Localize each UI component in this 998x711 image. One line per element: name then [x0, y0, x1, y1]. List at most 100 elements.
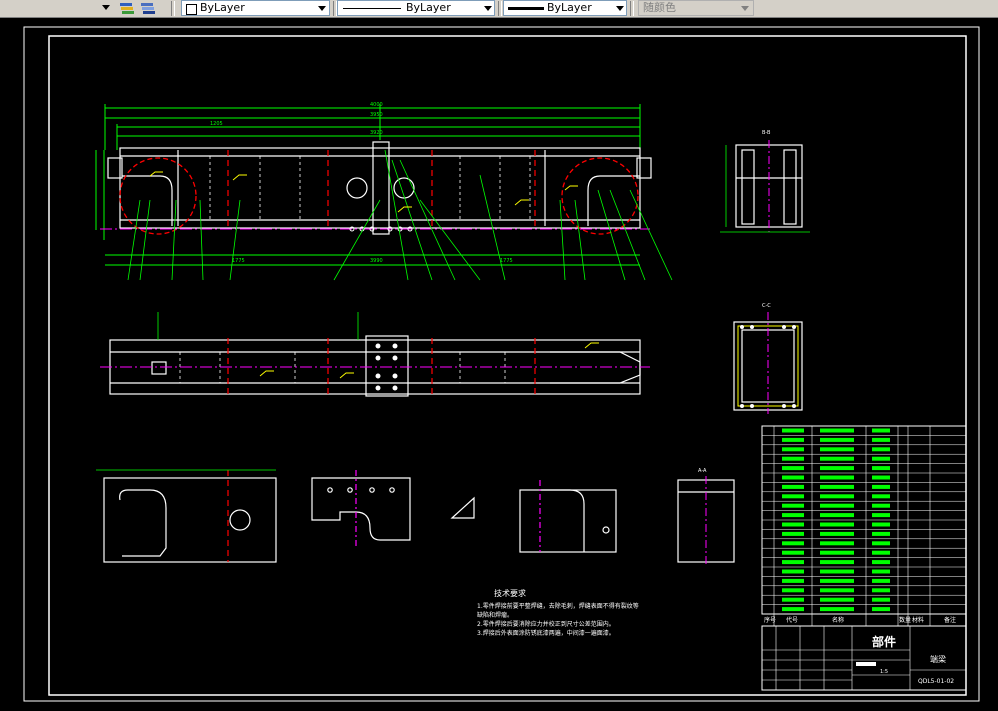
- svg-text:1775: 1775: [232, 258, 245, 264]
- part-detail-4: [519, 480, 617, 553]
- chevron-down-icon[interactable]: [616, 6, 624, 11]
- svg-text:材料: 材料: [912, 616, 924, 624]
- bom-cell-fill: [872, 484, 890, 489]
- svg-text:3920: 3920: [370, 130, 383, 136]
- properties-toolbar: ByLayer ByLayer ByLayer 随颜色: [0, 0, 998, 18]
- bom-cell-fill: [872, 597, 890, 602]
- bom-cell-fill: [782, 466, 804, 471]
- plotstyle-value: 随颜色: [643, 1, 676, 14]
- bom-cell-fill: [782, 531, 804, 536]
- lineweight-value: ByLayer: [547, 1, 592, 14]
- bom-cell-fill: [872, 437, 890, 442]
- svg-text:技术要求: 技术要求: [494, 588, 526, 598]
- bom-cell-fill: [820, 484, 854, 489]
- svg-text:2.零件焊接后要消除应力并校正到尺寸公差范围内。: 2.零件焊接后要消除应力并校正到尺寸公差范围内。: [477, 620, 615, 628]
- bom-cell-fill: [820, 607, 854, 612]
- svg-text:代号: 代号: [786, 616, 798, 624]
- bom-cell-fill: [782, 607, 804, 612]
- bom-cell-fill: [782, 522, 804, 527]
- bom-cell-fill: [820, 588, 854, 593]
- plotstyle-dropdown: 随颜色: [638, 0, 754, 16]
- chevron-down-icon: [741, 6, 749, 11]
- bom-cell-fill: [872, 588, 890, 593]
- layer-dropdown-arrow[interactable]: [100, 0, 112, 16]
- svg-text:A-A: A-A: [698, 468, 707, 474]
- bom-cell-fill: [872, 569, 890, 574]
- linetype-value: ByLayer: [406, 1, 451, 14]
- bom-cell-fill: [820, 531, 854, 536]
- bom-cell-fill: [820, 447, 854, 452]
- chevron-down-icon[interactable]: [318, 6, 326, 11]
- bom-cell-fill: [782, 578, 804, 583]
- bom-cell-fill: [782, 569, 804, 574]
- bom-cell-fill: [872, 560, 890, 565]
- color-value: ByLayer: [200, 1, 245, 14]
- bom-cell-fill: [782, 597, 804, 602]
- svg-text:B-B: B-B: [762, 130, 771, 136]
- svg-text:备注: 备注: [944, 616, 956, 624]
- bom-cell-fill: [782, 428, 804, 433]
- svg-text:1775: 1775: [500, 258, 513, 264]
- linetype-sample: [343, 8, 401, 9]
- bom-cell-fill: [820, 597, 854, 602]
- svg-text:3950: 3950: [370, 112, 383, 118]
- bom-cell-fill: [782, 475, 804, 480]
- section-c-view: C-C: [733, 303, 803, 414]
- svg-text:C-C: C-C: [762, 303, 771, 309]
- lineweight-sample: [508, 7, 544, 10]
- bom-cell-fill: [820, 578, 854, 583]
- bom-cell-fill: [872, 456, 890, 461]
- part-detail-2: [311, 470, 411, 548]
- bom-cell-fill: [872, 607, 890, 612]
- bom-cell-fill: [872, 428, 890, 433]
- section-b-view: B-B: [720, 130, 810, 233]
- svg-text:QDL5-01-02: QDL5-01-02: [918, 678, 954, 685]
- layer-states-icon[interactable]: [139, 0, 157, 16]
- top-view: [100, 312, 650, 397]
- bom-cell-fill: [782, 494, 804, 499]
- bom-cell-fill: [782, 588, 804, 593]
- bom-cell-fill: [820, 503, 854, 508]
- svg-text:部件: 部件: [872, 634, 896, 649]
- svg-text:名称: 名称: [832, 616, 844, 624]
- bom-cell-fill: [872, 513, 890, 518]
- bom-cell-fill: [782, 513, 804, 518]
- bom-cell-fill: [820, 560, 854, 565]
- toolbar-separator: [498, 1, 502, 16]
- bom-cell-fill: [782, 437, 804, 442]
- svg-text:1:5: 1:5: [880, 669, 888, 675]
- svg-text:3.焊接后外表面涂防锈底漆两遍，中间漆一遍面漆。: 3.焊接后外表面涂防锈底漆两遍，中间漆一遍面漆。: [477, 629, 615, 637]
- front-view: 4000 3950 1205 3920 3990 1775 1775: [95, 102, 673, 281]
- bom-cell-fill: [820, 494, 854, 499]
- svg-text:1.零件焊接前要平整焊缝，去除毛刺，焊缝表面不得有裂纹等: 1.零件焊接前要平整焊缝，去除毛刺，焊缝表面不得有裂纹等: [477, 602, 639, 610]
- title-block: 部件 端梁 QDL5-01-02 1:5: [761, 625, 967, 691]
- bom-cell-fill: [782, 503, 804, 508]
- bom-cell-fill: [782, 447, 804, 452]
- lineweight-dropdown[interactable]: ByLayer: [503, 0, 627, 16]
- drawing-canvas[interactable]: 4000 3950 1205 3920 3990 1775 1775 B-B C…: [0, 17, 998, 707]
- bom-table: 序号 代号 名称 数量 材料 备注: [761, 425, 967, 626]
- bom-cell-fill: [820, 475, 854, 480]
- cad-drawing[interactable]: 4000 3950 1205 3920 3990 1775 1775 B-B C…: [0, 17, 998, 707]
- layer-previous-icon[interactable]: [118, 0, 136, 16]
- linetype-dropdown[interactable]: ByLayer: [337, 0, 495, 16]
- color-swatch: [186, 4, 197, 15]
- svg-text:缺陷和焊瘤。: 缺陷和焊瘤。: [477, 611, 513, 619]
- chevron-down-icon[interactable]: [484, 6, 492, 11]
- bom-cell-fill: [872, 503, 890, 508]
- technical-notes: 技术要求 1.零件焊接前要平整焊缝，去除毛刺，焊缝表面不得有裂纹等 缺陷和焊瘤。…: [477, 588, 639, 637]
- bom-cell-fill: [820, 428, 854, 433]
- svg-text:数量: 数量: [899, 616, 911, 624]
- bom-cell-fill: [820, 569, 854, 574]
- svg-text:序号: 序号: [764, 616, 776, 624]
- bom-cell-fill: [820, 466, 854, 471]
- bom-cell-fill: [782, 550, 804, 555]
- bom-cell-fill: [782, 541, 804, 546]
- bom-cell-fill: [820, 550, 854, 555]
- bom-cell-fill: [872, 447, 890, 452]
- bom-cell-fill: [820, 456, 854, 461]
- svg-text:1205: 1205: [210, 121, 223, 127]
- color-dropdown[interactable]: ByLayer: [181, 0, 330, 16]
- toolbar-separator: [171, 1, 175, 16]
- toolbar-separator: [630, 1, 634, 16]
